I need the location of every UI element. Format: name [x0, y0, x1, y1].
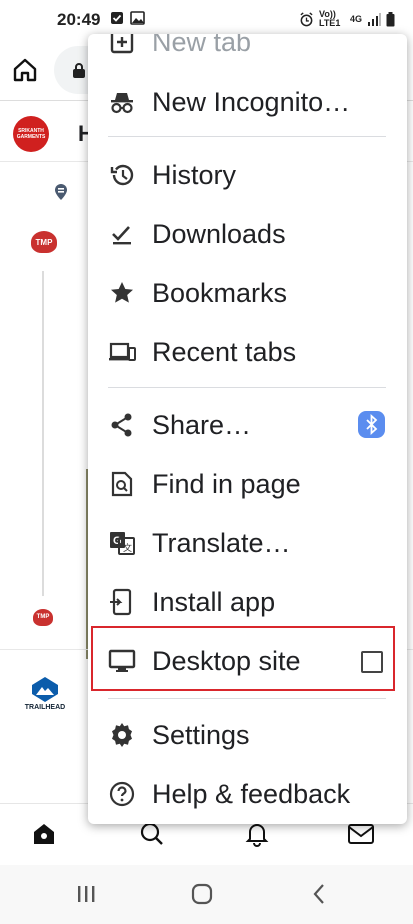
history-icon — [110, 164, 134, 186]
signal-icon — [368, 12, 381, 26]
back-icon[interactable] — [311, 883, 327, 905]
menu-separator — [108, 387, 386, 388]
home-button[interactable] — [10, 55, 40, 85]
bell-icon — [245, 824, 269, 847]
network-label: Vo)) LTE1 — [318, 9, 341, 28]
recent-apps-icon[interactable] — [76, 883, 96, 905]
thread-line — [42, 271, 44, 601]
bluetooth-icon — [366, 413, 378, 436]
home-icon — [13, 58, 37, 82]
menu-item-bookmarks[interactable]: Bookmarks — [88, 265, 407, 321]
star-icon — [111, 282, 133, 303]
home-filled-icon — [34, 824, 54, 844]
desktop-site-highlight-box — [91, 626, 395, 691]
install-icon — [110, 588, 132, 616]
menu-item-install-app[interactable]: Install app — [88, 574, 407, 630]
home-tab[interactable] — [30, 820, 58, 848]
image-notification-icon — [130, 11, 145, 25]
translate-icon: G文 — [110, 532, 135, 555]
help-icon — [109, 781, 135, 807]
notifications-tab[interactable] — [243, 820, 271, 848]
menu-item-new-tab[interactable]: New tab — [88, 34, 407, 70]
menu-separator — [108, 136, 386, 137]
menu-item-new-incognito[interactable]: New Incognito… — [88, 74, 407, 130]
tmp-logo: TMP — [16, 214, 72, 270]
svg-text:G: G — [113, 535, 122, 547]
devices-icon — [109, 342, 136, 361]
checkbox-notification-icon — [111, 12, 123, 24]
menu-separator — [108, 698, 386, 699]
menu-item-settings[interactable]: Settings — [88, 707, 407, 763]
search-icon — [140, 822, 163, 845]
search-tab[interactable] — [138, 820, 166, 848]
trailhead-mountain-icon — [32, 677, 58, 702]
menu-item-downloads[interactable]: Downloads — [88, 206, 407, 262]
pin-icon — [55, 184, 67, 200]
new-tab-icon — [110, 34, 134, 54]
menu-item-recent-tabs[interactable]: Recent tabs — [88, 324, 407, 380]
home-system-icon[interactable] — [190, 883, 214, 905]
menu-item-find-in-page[interactable]: Find in page — [88, 456, 407, 512]
incognito-icon — [111, 93, 133, 114]
alarm-icon — [300, 11, 313, 26]
system-navigation-bar — [0, 865, 413, 924]
menu-item-share[interactable]: Share… — [88, 397, 407, 453]
gear-icon — [112, 723, 132, 747]
battery-icon — [386, 11, 395, 26]
menu-item-history[interactable]: History — [88, 147, 407, 203]
status-time: 20:49 — [57, 10, 101, 29]
data-label: 4G — [349, 14, 362, 24]
tmp-logo-small: TMP — [22, 596, 64, 638]
svg-text:文: 文 — [123, 542, 132, 553]
messages-tab[interactable] — [347, 820, 375, 848]
find-icon — [111, 471, 133, 497]
download-icon — [112, 226, 131, 245]
chrome-overflow-menu: New tab New Incognito… History Downloads… — [88, 34, 407, 824]
mail-icon — [348, 824, 374, 844]
bluetooth-share-button[interactable] — [358, 411, 385, 438]
lock-icon — [73, 63, 85, 78]
trailhead-logo: TRAILHEAD — [22, 676, 68, 711]
menu-item-translate[interactable]: G文 Translate… — [88, 515, 407, 571]
share-icon — [111, 413, 132, 437]
menu-item-help-feedback[interactable]: Help & feedback — [88, 766, 407, 822]
srikanth-garments-logo: SRIKANTH GARMENTS — [13, 116, 49, 152]
